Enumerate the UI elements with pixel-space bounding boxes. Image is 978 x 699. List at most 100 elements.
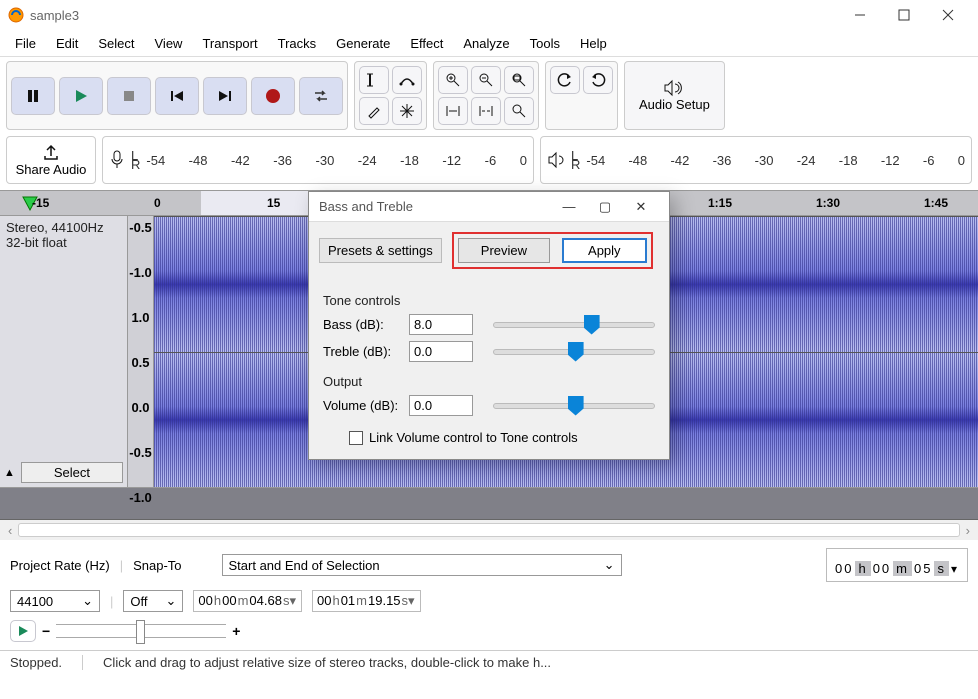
playback-speed-slider[interactable]	[56, 624, 226, 638]
meter-ticks: -54-48-42-36-30-24-18-12-60	[146, 153, 527, 168]
speaker-icon	[547, 151, 565, 169]
treble-slider[interactable]	[493, 349, 655, 355]
scroll-left-icon[interactable]: ‹	[8, 523, 12, 538]
trim-icon[interactable]	[438, 97, 468, 125]
menu-tracks[interactable]: Tracks	[269, 33, 326, 54]
draw-tool-icon[interactable]	[359, 97, 389, 125]
dialog-minimize-button[interactable]: —	[551, 199, 587, 214]
app-logo-icon	[8, 7, 24, 23]
zoom-in-icon[interactable]	[438, 66, 468, 94]
menu-help[interactable]: Help	[571, 33, 616, 54]
close-button[interactable]	[926, 1, 970, 29]
menu-view[interactable]: View	[146, 33, 192, 54]
volume-input[interactable]	[409, 395, 473, 416]
snap-to-combo[interactable]: Off⌄	[123, 590, 183, 612]
track-select-button[interactable]: Select	[21, 462, 123, 483]
selection-end-display[interactable]: 00h01m19.15s▾	[312, 590, 421, 612]
bass-slider[interactable]	[493, 322, 655, 328]
selection-toolbar: Project Rate (Hz) | Snap-To Start and En…	[0, 540, 978, 650]
preview-button[interactable]: Preview	[458, 238, 550, 263]
tools-toolbar	[354, 61, 427, 130]
apply-button[interactable]: Apply	[562, 238, 647, 263]
dialog-titlebar[interactable]: Bass and Treble — ▢ ✕	[309, 192, 669, 222]
status-hint: Click and drag to adjust relative size o…	[82, 655, 968, 670]
mic-icon	[109, 150, 125, 170]
scroll-right-icon[interactable]: ›	[966, 523, 970, 538]
presets-settings-button[interactable]: Presets & settings	[319, 238, 442, 263]
menu-select[interactable]: Select	[89, 33, 143, 54]
menu-edit[interactable]: Edit	[47, 33, 87, 54]
record-button[interactable]	[251, 77, 295, 115]
play-button[interactable]	[59, 77, 103, 115]
pause-button[interactable]	[11, 77, 55, 115]
window-title: sample3	[30, 8, 838, 23]
undo-icon[interactable]	[550, 66, 580, 94]
multi-tool-icon[interactable]	[392, 97, 422, 125]
speaker-icon	[662, 79, 686, 97]
selection-start-display[interactable]: 00h00m04.68s▾	[193, 590, 302, 612]
undo-toolbar	[545, 61, 618, 130]
redo-icon[interactable]	[583, 66, 613, 94]
menu-generate[interactable]: Generate	[327, 33, 399, 54]
audio-setup-button[interactable]: Audio Setup	[624, 61, 725, 130]
stop-button[interactable]	[107, 77, 151, 115]
dialog-maximize-button[interactable]: ▢	[587, 199, 623, 215]
dialog-close-button[interactable]: ✕	[623, 199, 659, 215]
meter-ticks: -54-48-42-36-30-24-18-12-60	[586, 153, 965, 168]
track-info: Stereo, 44100Hz 32-bit float	[0, 216, 127, 254]
chevron-down-icon: ⌄	[165, 593, 176, 609]
time-position-display[interactable]: 00h00m05s▾	[826, 548, 968, 582]
treble-input[interactable]	[409, 341, 473, 362]
skip-end-button[interactable]	[203, 77, 247, 115]
project-rate-label: Project Rate (Hz)	[10, 558, 110, 573]
skip-start-button[interactable]	[155, 77, 199, 115]
minimize-button[interactable]	[838, 1, 882, 29]
tone-section-label: Tone controls	[323, 293, 655, 308]
share-icon	[42, 144, 60, 160]
bass-input[interactable]	[409, 314, 473, 335]
share-audio-label: Share Audio	[16, 162, 87, 177]
titlebar: sample3	[0, 0, 978, 30]
menu-analyze[interactable]: Analyze	[454, 33, 518, 54]
maximize-button[interactable]	[882, 1, 926, 29]
status-state: Stopped.	[10, 655, 62, 670]
scroll-thumb[interactable]	[18, 523, 959, 537]
link-volume-checkbox[interactable]: Link Volume control to Tone controls	[349, 430, 655, 445]
selection-tool-icon[interactable]	[359, 66, 389, 94]
transport-toolbar: Audio Setup	[0, 56, 978, 134]
project-rate-combo[interactable]: 44100⌄	[10, 590, 100, 612]
highlighted-buttons: Preview Apply	[452, 232, 653, 269]
ruler-selection	[201, 191, 311, 215]
share-audio-button[interactable]: Share Audio	[6, 136, 96, 184]
menu-transport[interactable]: Transport	[193, 33, 266, 54]
volume-slider[interactable]	[493, 403, 655, 409]
zoom-toggle-icon[interactable]	[504, 97, 534, 125]
loop-button[interactable]	[299, 77, 343, 115]
audio-setup-label: Audio Setup	[639, 97, 710, 112]
checkbox-icon	[349, 431, 363, 445]
record-meter[interactable]: LR -54-48-42-36-30-24-18-12-60	[102, 136, 534, 184]
playback-meter[interactable]: LR -54-48-42-36-30-24-18-12-60	[540, 136, 972, 184]
zoom-out-icon[interactable]	[471, 66, 501, 94]
output-section-label: Output	[323, 374, 655, 389]
menu-effect[interactable]: Effect	[401, 33, 452, 54]
fit-selection-icon[interactable]	[504, 66, 534, 94]
play-at-speed-button[interactable]	[10, 620, 36, 642]
menu-file[interactable]: File	[6, 33, 45, 54]
bass-label: Bass (dB):	[323, 317, 401, 332]
collapse-icon[interactable]: ▲	[4, 467, 15, 479]
envelope-tool-icon[interactable]	[392, 66, 422, 94]
link-volume-label: Link Volume control to Tone controls	[369, 430, 578, 445]
horizontal-scrollbar[interactable]: ‹ ›	[0, 520, 978, 540]
treble-label: Treble (dB):	[323, 344, 401, 359]
zoom-toolbar	[433, 61, 539, 130]
track-scale: -0.5 -1.0 1.0 0.5 0.0 -0.5 -1.0	[128, 216, 154, 487]
menu-tools[interactable]: Tools	[521, 33, 569, 54]
track-panel[interactable]: Stereo, 44100Hz 32-bit float ▲ Select	[0, 216, 128, 487]
dialog-title: Bass and Treble	[319, 199, 551, 214]
volume-label: Volume (dB):	[323, 398, 401, 413]
chevron-down-icon: ⌄	[604, 557, 615, 573]
silence-icon[interactable]	[471, 97, 501, 125]
selection-mode-combo[interactable]: Start and End of Selection⌄	[222, 554, 622, 576]
status-bar: Stopped. Click and drag to adjust relati…	[0, 650, 978, 674]
